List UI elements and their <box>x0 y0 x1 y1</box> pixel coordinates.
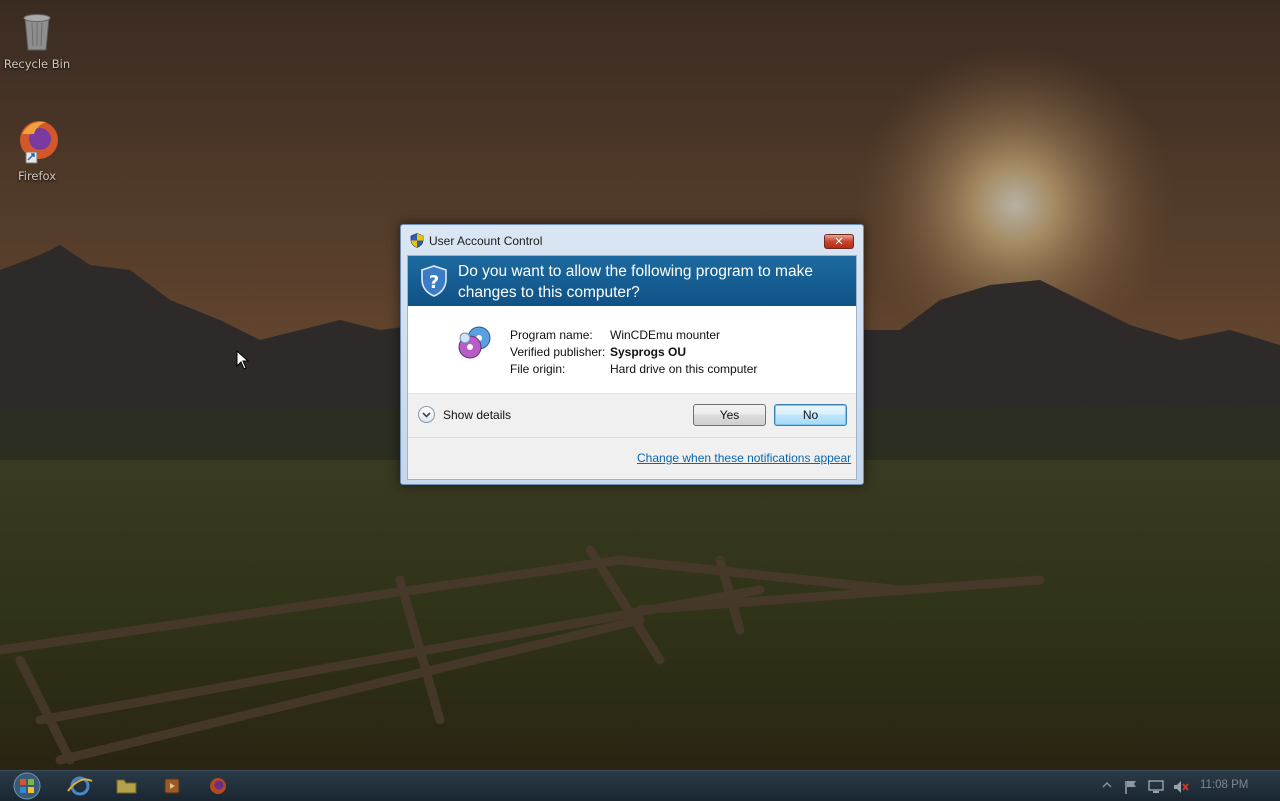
uac-shield-icon <box>410 233 424 248</box>
publisher-value: Sysprogs OU <box>610 345 687 359</box>
taskbar-clock[interactable]: 11:08 PM <box>1200 779 1248 791</box>
uac-titlebar[interactable]: User Account Control ✕ <box>401 225 863 255</box>
network-icon[interactable] <box>1147 779 1165 795</box>
firefox-icon[interactable] <box>198 775 238 797</box>
uac-question-banner: ? Do you want to allow the following pro… <box>408 256 856 306</box>
taskbar: 11:08 PM <box>0 770 1280 801</box>
program-name-value: WinCDEmu mounter <box>610 328 721 342</box>
file-origin-label: File origin: <box>510 362 566 376</box>
no-button[interactable]: No <box>774 404 847 426</box>
uac-client-area: ? Do you want to allow the following pro… <box>407 255 857 480</box>
close-button[interactable]: ✕ <box>824 234 854 249</box>
firefox-label: Firefox <box>17 169 57 183</box>
start-button[interactable] <box>8 771 46 801</box>
mouse-cursor-icon <box>236 350 250 370</box>
file-origin-value: Hard drive on this computer <box>610 362 758 376</box>
chevron-down-icon[interactable] <box>418 406 435 423</box>
show-hidden-icons-arrow[interactable] <box>1102 781 1112 789</box>
divider <box>408 437 856 438</box>
uac-title: User Account Control <box>429 234 543 248</box>
recycle-bin-label: Recycle Bin <box>3 57 71 71</box>
uac-dialog: User Account Control ✕ ? Do you want to … <box>400 224 864 485</box>
question-shield-icon: ? <box>421 265 447 297</box>
recycle-bin-desktop-icon[interactable]: Recycle Bin <box>0 8 74 71</box>
publisher-label: Verified publisher: <box>510 345 606 359</box>
media-player-icon[interactable] <box>152 775 192 797</box>
disc-app-icon <box>458 326 491 359</box>
show-details-label[interactable]: Show details <box>443 408 511 422</box>
volume-muted-icon[interactable] <box>1172 779 1190 795</box>
close-icon: ✕ <box>834 235 844 248</box>
firefox-icon <box>20 121 58 164</box>
firefox-desktop-icon[interactable]: Firefox <box>0 118 74 183</box>
yes-button[interactable]: Yes <box>693 404 766 426</box>
recycle-bin-icon <box>23 14 51 51</box>
change-notifications-link[interactable]: Change when these notifications appear <box>637 451 851 465</box>
program-name-label: Program name: <box>510 328 593 342</box>
uac-question-text: Do you want to allow the following progr… <box>458 263 813 301</box>
internet-explorer-icon[interactable] <box>60 775 100 797</box>
action-center-flag-icon[interactable] <box>1123 779 1139 795</box>
windows-explorer-icon[interactable] <box>106 775 146 797</box>
svg-text:?: ? <box>429 272 439 293</box>
uac-footer: Show details Yes No Change when these no… <box>408 394 856 479</box>
